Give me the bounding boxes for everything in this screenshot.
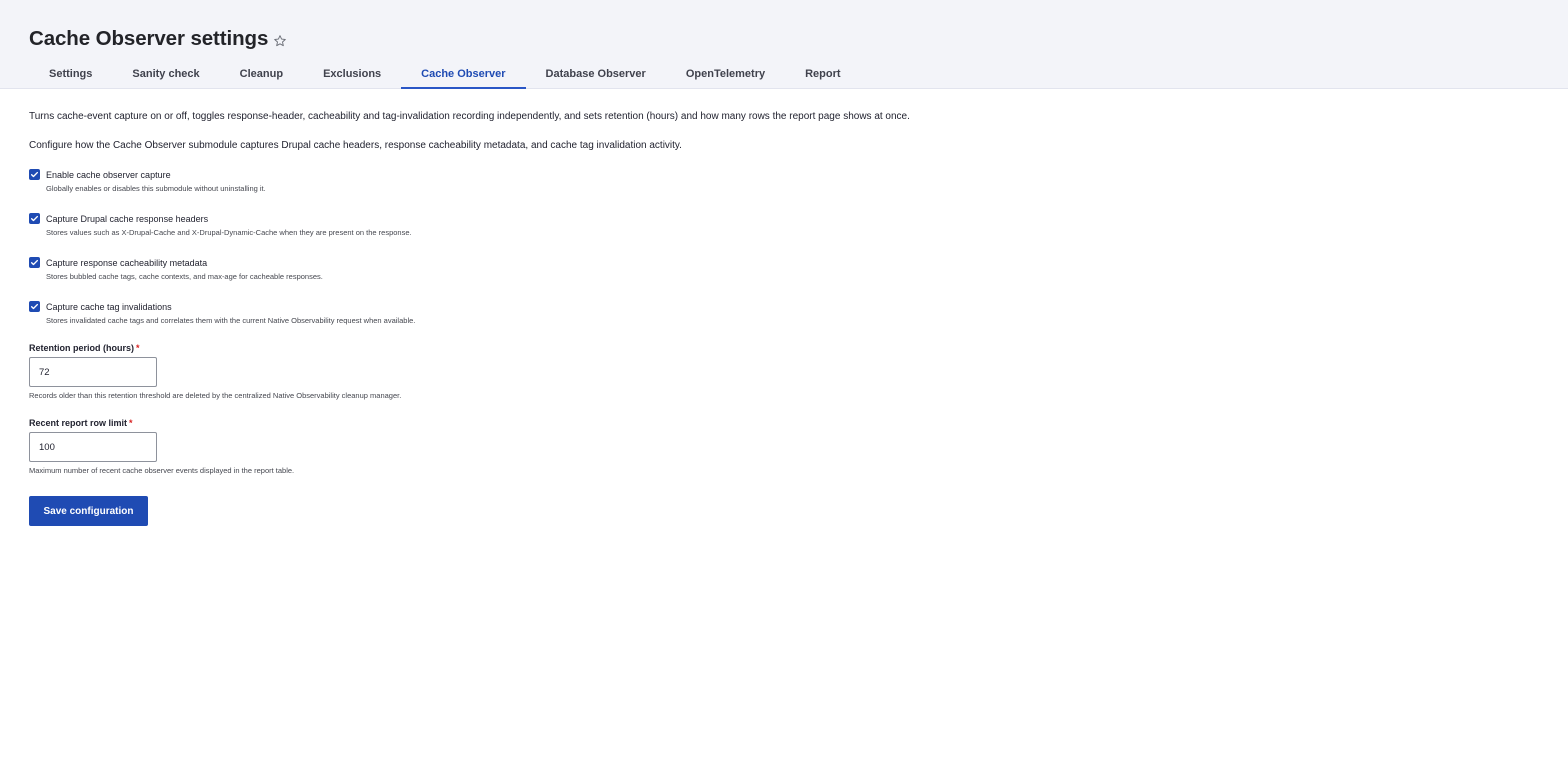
checkbox-description: Globally enables or disables this submod… [46,184,266,193]
tab-report[interactable]: Report [785,60,860,89]
checkbox-label[interactable]: Capture Drupal cache response headers [46,213,208,225]
row-limit-field: Recent report row limit* Maximum number … [29,417,1529,476]
required-marker: * [129,418,133,428]
checkbox-description: Stores invalidated cache tags and correl… [46,316,416,325]
checkbox-description: Stores values such as X-Drupal-Cache and… [46,228,412,237]
checkmark-icon [30,259,39,266]
tab-exclusions[interactable]: Exclusions [303,60,401,89]
row-limit-label: Recent report row limit * [29,417,1529,429]
row-limit-description: Maximum number of recent cache observer … [29,466,295,475]
retention-input[interactable] [29,357,157,387]
tab-sanity-check[interactable]: Sanity check [112,60,219,89]
tab-opentelemetry[interactable]: OpenTelemetry [666,60,785,89]
checkbox-label[interactable]: Enable cache observer capture [46,169,171,181]
checkbox-label[interactable]: Capture cache tag invalidations [46,301,172,313]
page-header: Cache Observer settings Settings Sanity … [0,0,1568,89]
checkmark-icon [30,303,39,310]
retention-description: Records older than this retention thresh… [29,391,402,400]
checkbox-capture-invalidations-input[interactable] [29,301,40,312]
checkbox-capture-invalidations: Capture cache tag invalidations Stores i… [29,301,1529,345]
settings-form: Turns cache-event capture on or off, tog… [29,110,1529,526]
star-outline-icon [274,35,287,47]
checkbox-enable-capture: Enable cache observer capture Globally e… [29,169,1529,213]
row-limit-input[interactable] [29,432,157,462]
tab-settings[interactable]: Settings [29,60,112,89]
checkbox-capture-headers: Capture Drupal cache response headers St… [29,213,1529,257]
intro-description: Configure how the Cache Observer submodu… [29,140,682,151]
star-icon[interactable] [273,34,287,48]
save-configuration-button[interactable]: Save configuration [29,496,148,526]
checkbox-enable-capture-input[interactable] [29,169,40,180]
page-title: Cache Observer settings [29,27,269,50]
tabs-nav: Settings Sanity check Cleanup Exclusions… [29,60,861,89]
tab-database-observer[interactable]: Database Observer [526,60,666,89]
checkbox-label[interactable]: Capture response cacheability metadata [46,257,207,269]
checkbox-capture-headers-input[interactable] [29,213,40,224]
checkbox-capture-cacheability: Capture response cacheability metadata S… [29,257,1529,301]
checkmark-icon [30,171,39,178]
form-actions: Save configuration [29,496,1529,526]
row-limit-label-text: Recent report row limit [29,418,128,428]
intro-summary: Turns cache-event capture on or off, tog… [29,111,910,122]
title-row: Cache Observer settings [29,27,287,51]
checkbox-capture-cacheability-input[interactable] [29,257,40,268]
checkbox-list: Enable cache observer capture Globally e… [29,169,1529,345]
retention-field: Retention period (hours)* Records older … [29,342,1529,401]
checkbox-description: Stores bubbled cache tags, cache context… [46,272,323,281]
tab-cache-observer[interactable]: Cache Observer [401,60,526,89]
tab-cleanup[interactable]: Cleanup [220,60,303,89]
checkmark-icon [30,215,39,222]
